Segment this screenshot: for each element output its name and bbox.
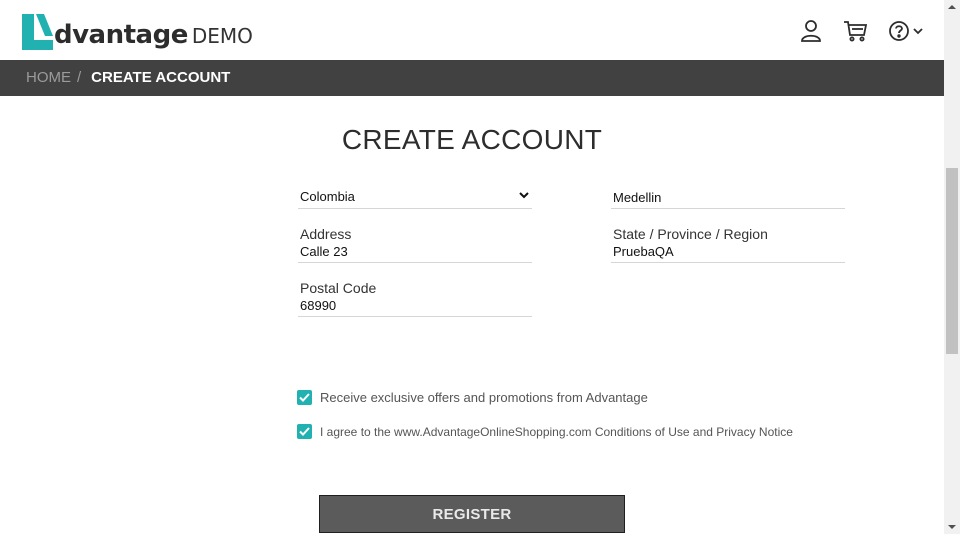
advantage-logo[interactable]: dvantage DEMO — [22, 10, 253, 50]
breadcrumb-home[interactable]: HOME — [26, 69, 71, 86]
address-label: Address — [300, 226, 352, 242]
breadcrumb-current: CREATE ACCOUNT — [91, 69, 231, 86]
logo-demo-text: DEMO — [191, 24, 253, 48]
offers-checkbox-row[interactable]: Receive exclusive offers and promotions … — [297, 390, 648, 405]
check-icon — [299, 427, 310, 436]
header-icons — [798, 18, 924, 44]
cart-icon[interactable] — [842, 18, 868, 44]
agree-checkbox-row[interactable]: I agree to the www.AdvantageOnlineShoppi… — [297, 424, 793, 439]
postal-code-label: Postal Code — [300, 280, 377, 296]
page-scrollbar[interactable] — [944, 0, 960, 534]
address-value: Calle 23 — [300, 244, 348, 259]
scroll-up-icon[interactable] — [948, 5, 956, 9]
scroll-down-icon[interactable] — [948, 525, 956, 529]
address-field[interactable]: Address Calle 23 — [298, 226, 532, 263]
agree-checkbox[interactable] — [297, 424, 312, 439]
state-label: State / Province / Region — [613, 226, 768, 242]
user-icon[interactable] — [798, 18, 824, 44]
breadcrumb-separator: / — [77, 69, 82, 86]
offers-checkbox-label: Receive exclusive offers and promotions … — [320, 390, 648, 405]
city-field[interactable]: Medellin — [611, 186, 845, 209]
help-menu[interactable] — [886, 18, 924, 44]
breadcrumb: HOME / CREATE ACCOUNT — [26, 60, 230, 96]
chevron-down-icon — [519, 192, 529, 199]
state-value: PruebaQA — [613, 244, 674, 259]
breadcrumb-bar: HOME / CREATE ACCOUNT — [0, 60, 944, 96]
state-field[interactable]: State / Province / Region PruebaQA — [611, 226, 845, 263]
help-icon — [888, 21, 909, 41]
page-title: CREATE ACCOUNT — [341, 124, 603, 155]
logo-a-mark-icon — [22, 14, 53, 50]
postal-code-value: 68990 — [300, 298, 337, 313]
offers-checkbox[interactable] — [297, 390, 312, 405]
agree-checkbox-label: I agree to the www.AdvantageOnlineShoppi… — [320, 424, 793, 439]
logo-wordmark: dvantage — [54, 20, 188, 50]
scrollbar-thumb[interactable] — [946, 168, 958, 354]
city-value: Medellin — [613, 190, 662, 205]
postal-code-field[interactable]: Postal Code 68990 — [298, 280, 532, 317]
country-value: Colombia — [300, 189, 355, 204]
chevron-down-icon — [912, 28, 923, 35]
site-header: dvantage DEMO — [0, 0, 944, 60]
check-icon — [299, 393, 310, 402]
register-button[interactable]: REGISTER — [319, 495, 625, 533]
country-select[interactable]: Colombia — [298, 186, 532, 209]
